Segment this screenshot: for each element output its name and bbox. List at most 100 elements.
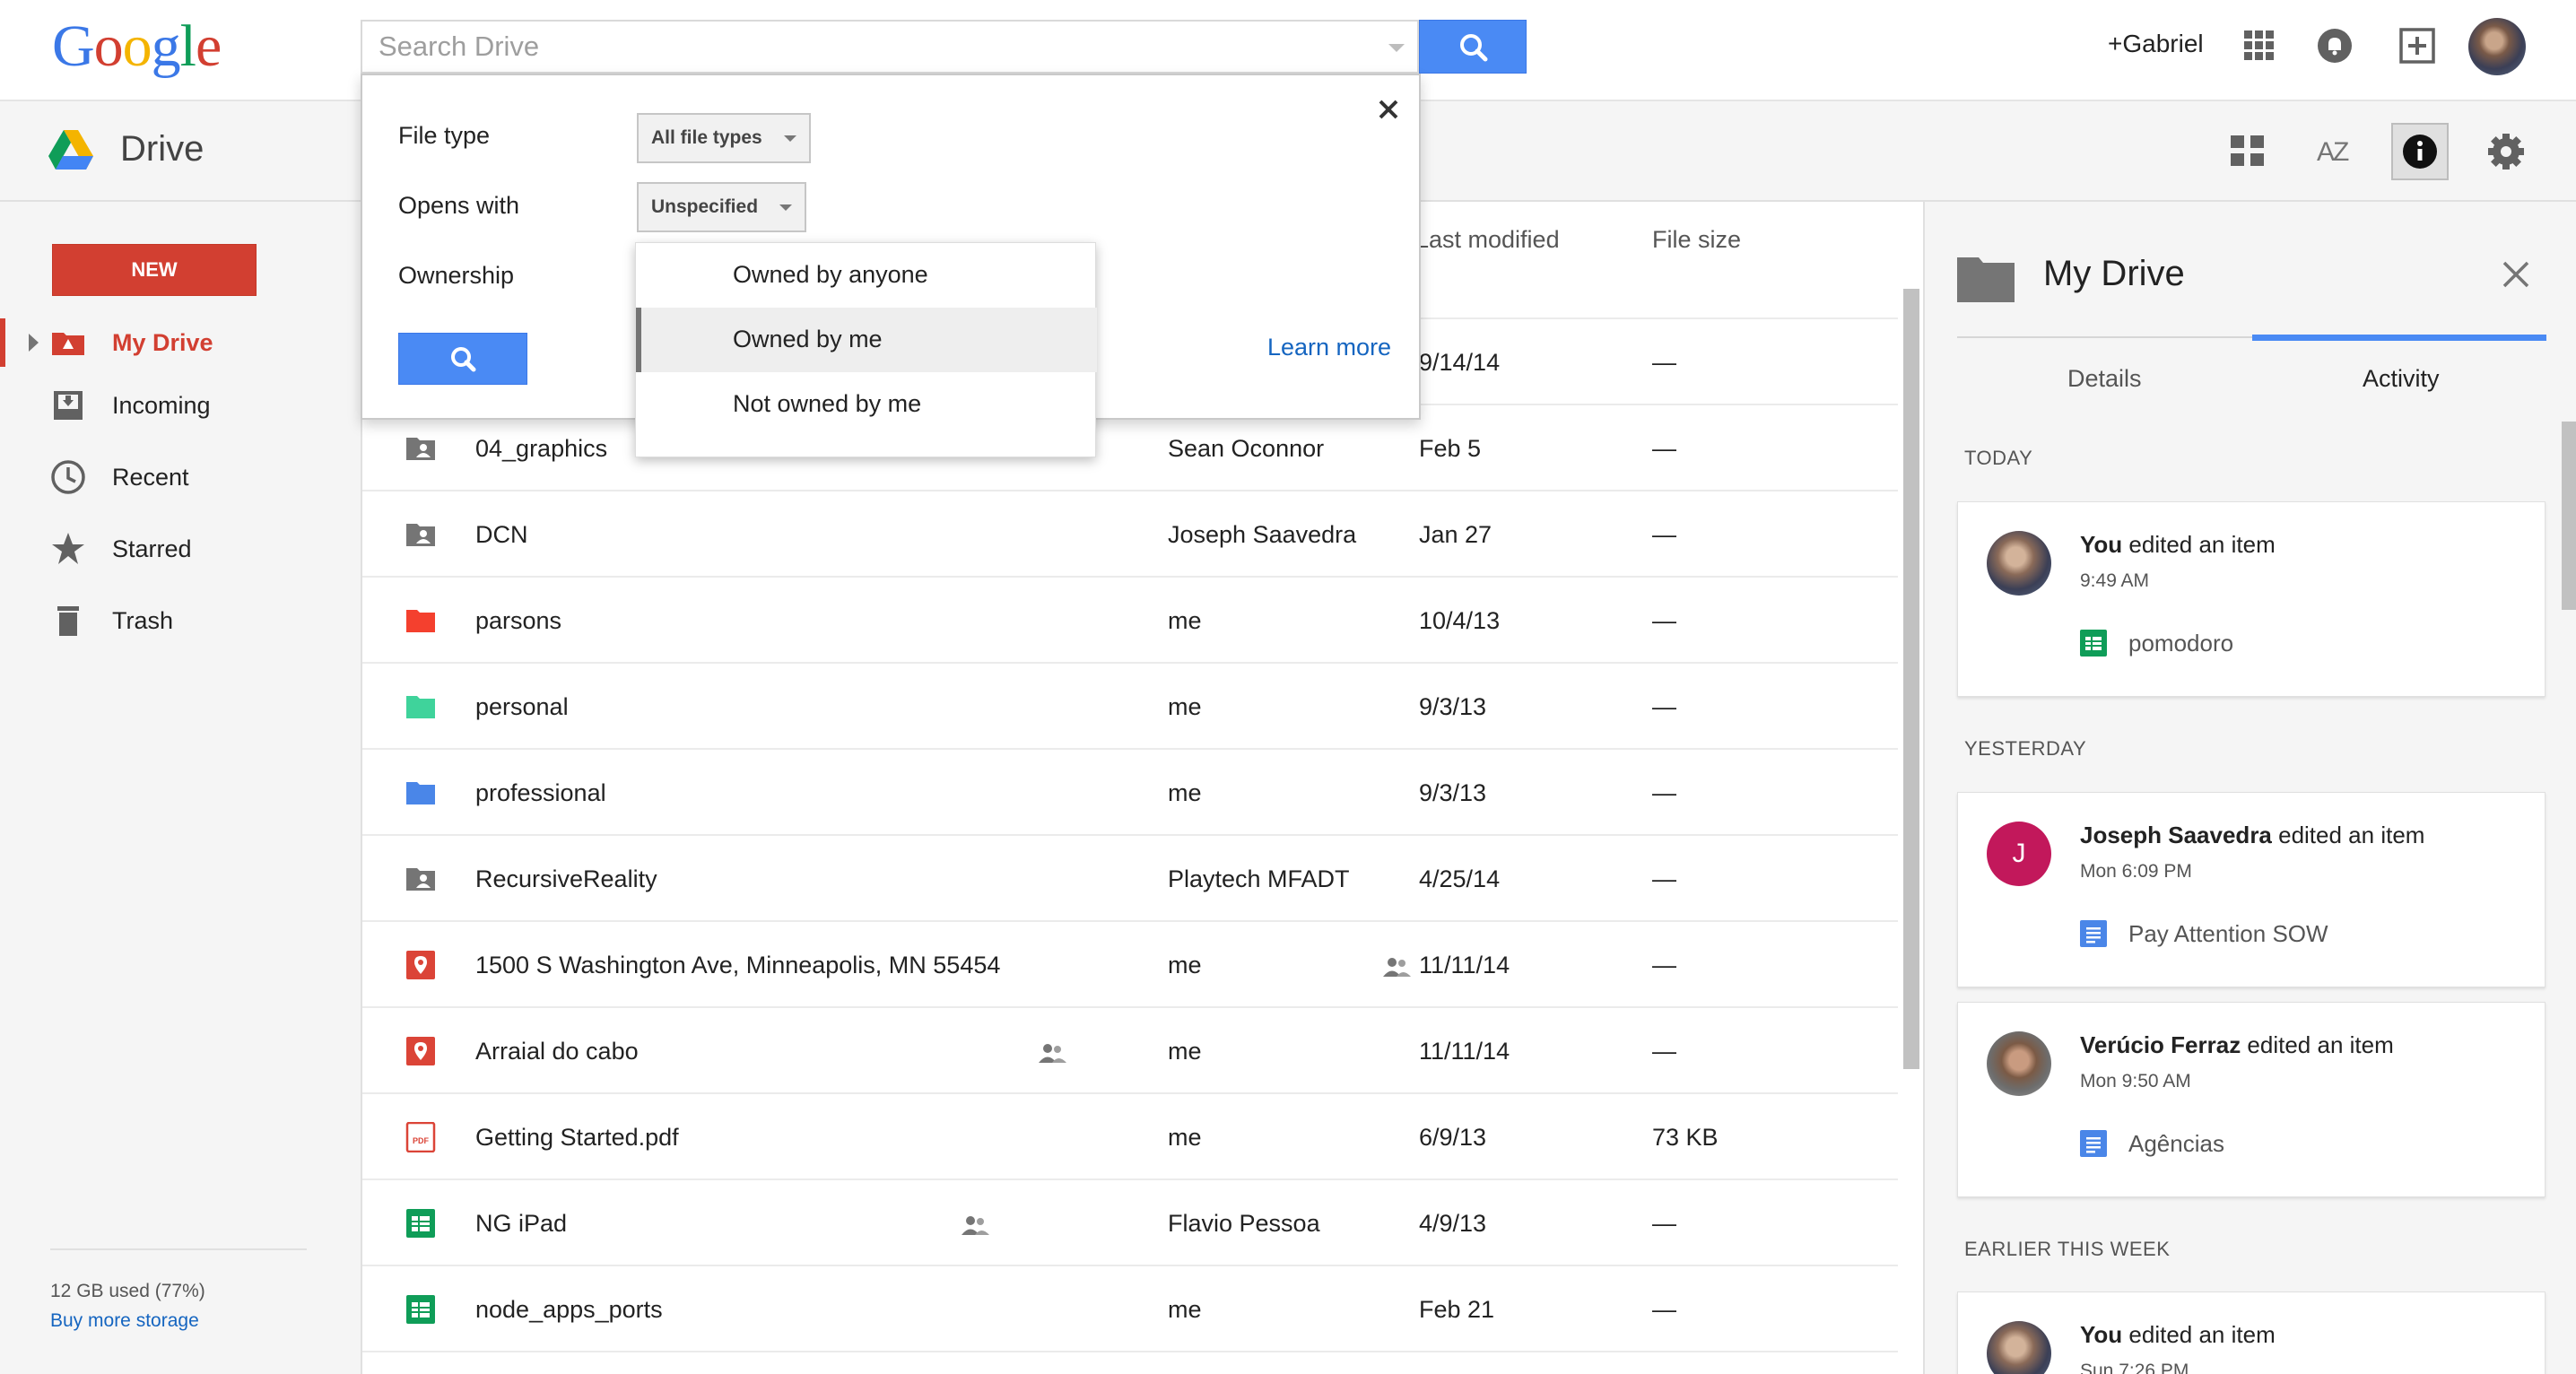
activity-time: 9:49 AM [2080, 570, 2150, 591]
sidebar-item-incoming[interactable]: Incoming [0, 374, 361, 437]
table-row[interactable]: NYC search for apartmentsme11/11/14— [362, 1351, 1898, 1374]
user-name-link[interactable]: +Gabriel [2108, 30, 2204, 58]
incoming-tray-icon [54, 391, 83, 420]
file-owner: Joseph Saavedra [1168, 521, 1357, 548]
selected-indicator [636, 308, 641, 372]
sidebar-item-starred[interactable]: Starred [0, 517, 361, 580]
menu-item-label: Owned by me [733, 326, 883, 352]
table-row[interactable]: Arraial do cabo me 11/11/14 — [362, 1006, 1898, 1092]
activity-card[interactable]: J Joseph Saavedra edited an item Mon 6:0… [1957, 792, 2546, 987]
opens-with-label: Opens with [398, 192, 520, 219]
sidebar-item-label: My Drive [112, 329, 213, 356]
details-panel-scrollbar-thumb[interactable] [2562, 422, 2576, 610]
file-type-label: File type [398, 122, 491, 149]
table-row[interactable]: NG iPad Flavio Pessoa 4/9/13 — [362, 1178, 1898, 1265]
column-header-last-modified[interactable]: Last modified [1415, 226, 1560, 254]
buy-storage-link[interactable]: Buy more storage [50, 1310, 199, 1332]
tab-details[interactable]: Details [2067, 365, 2142, 393]
file-size: — [1652, 1210, 1676, 1237]
star-icon [52, 533, 84, 564]
shared-folder-icon [406, 438, 435, 460]
pdf-icon: PDF [405, 1122, 436, 1152]
file-last-modified: 9/3/13 [1419, 693, 1487, 720]
user-avatar[interactable] [2468, 18, 2526, 75]
avatar-initial: J [1987, 822, 2051, 886]
activity-action: edited an item [2241, 1031, 2394, 1058]
opens-with-dropdown[interactable]: Unspecified [637, 182, 807, 232]
sidebar-item-trash[interactable]: Trash [0, 589, 361, 652]
sidebar-item-label: Recent [112, 464, 189, 491]
file-name: parsons [475, 607, 562, 634]
activity-card[interactable]: You edited an item 9:49 AM pomodoro [1957, 501, 2546, 697]
file-type-dropdown[interactable]: All file types [637, 113, 811, 163]
file-owner: me [1168, 693, 1202, 720]
settings-gear-icon[interactable] [2477, 123, 2535, 180]
sidebar-item-my-drive[interactable]: My Drive [0, 311, 361, 374]
activity-actor: You [2080, 531, 2123, 558]
file-size: — [1652, 607, 1676, 634]
file-size: — [1652, 349, 1676, 376]
activity-card[interactable]: You edited an item Sun 7:26 PM [1957, 1291, 2546, 1374]
sheets-icon [406, 1209, 435, 1238]
file-size: — [1652, 1038, 1676, 1065]
file-last-modified: 11/11/14 [1419, 952, 1510, 978]
search-button[interactable] [1419, 20, 1527, 74]
menu-item-owned-by-me[interactable]: Owned by me [636, 308, 1097, 372]
info-icon [2403, 135, 2437, 169]
notifications-bell-icon[interactable] [2314, 25, 2355, 66]
file-name: personal [475, 693, 569, 720]
table-row[interactable]: 1500 S Washington Ave, Minneapolis, MN 5… [362, 920, 1898, 1006]
search-input[interactable]: Search Drive [361, 20, 1419, 74]
sidebar-item-recent[interactable]: Recent [0, 446, 361, 509]
file-last-modified: 6/9/13 [1419, 1124, 1487, 1151]
file-owner: Flavio Pessoa [1168, 1210, 1320, 1237]
ownership-menu: Owned by anyone Owned by me Not owned by… [635, 242, 1097, 457]
file-last-modified: Feb 5 [1419, 435, 1482, 462]
map-icon [406, 951, 435, 979]
close-icon[interactable] [2499, 257, 2533, 291]
grid-view-icon[interactable] [2219, 123, 2276, 180]
file-list-scrollbar-thumb[interactable] [1903, 289, 1919, 1069]
table-row[interactable]: PDF Getting Started.pdf me 6/9/13 73 KB [362, 1092, 1898, 1178]
file-name: NG iPad [475, 1210, 568, 1237]
apps-grid-icon[interactable] [2239, 25, 2280, 66]
sort-az-button[interactable]: AZ [2305, 123, 2363, 180]
activity-file-name: Pay Attention SOW [2128, 920, 2328, 947]
new-button[interactable]: NEW [52, 244, 257, 296]
menu-item-not-owned-by-me[interactable]: Not owned by me [636, 372, 1097, 437]
google-logo[interactable]: Google [52, 13, 222, 81]
file-size: — [1652, 435, 1676, 462]
activity-action: edited an item [2122, 531, 2276, 558]
table-row[interactable]: node_apps_ports me Feb 21 — [362, 1265, 1898, 1351]
file-last-modified: Jan 27 [1419, 521, 1493, 548]
activity-card[interactable]: Verúcio Ferraz edited an item Mon 9:50 A… [1957, 1002, 2546, 1197]
file-name: Getting Started.pdf [475, 1124, 679, 1151]
learn-more-link[interactable]: Learn more [1267, 334, 1391, 361]
file-name: DCN [475, 521, 528, 548]
tab-activity[interactable]: Activity [2363, 365, 2440, 393]
section-label-earlier: EARLIER THIS WEEK [1964, 1238, 2171, 1260]
search-icon [1460, 34, 1488, 62]
close-icon[interactable] [1372, 93, 1405, 126]
share-add-icon[interactable] [2397, 25, 2438, 66]
details-toggle-button[interactable] [2391, 123, 2449, 180]
docs-icon [2080, 1130, 2107, 1157]
shared-people-icon [960, 1214, 990, 1236]
file-last-modified: 4/25/14 [1419, 865, 1501, 892]
options-search-button[interactable] [398, 333, 527, 385]
folder-icon [406, 782, 435, 804]
file-name: Arraial do cabo [475, 1038, 639, 1065]
column-header-file-size[interactable]: File size [1652, 226, 1741, 254]
expand-arrow-icon[interactable] [29, 334, 39, 352]
table-row[interactable]: DCN Joseph Saavedra Jan 27 — [362, 490, 1898, 576]
table-row[interactable]: professional me 9/3/13 — [362, 748, 1898, 834]
sidebar-item-label: Starred [112, 535, 192, 562]
file-name: 1500 S Washington Ave, Minneapolis, MN 5… [475, 952, 1001, 978]
file-owner: me [1168, 1296, 1202, 1323]
table-row[interactable]: RecursiveReality Playtech MFADT 4/25/14 — [362, 834, 1898, 920]
table-row[interactable]: personal me 9/3/13 — [362, 662, 1898, 748]
sheets-icon [406, 1295, 435, 1324]
menu-item-owned-by-anyone[interactable]: Owned by anyone [636, 243, 1097, 308]
table-row[interactable]: parsons me 10/4/13 — [362, 576, 1898, 662]
search-options-caret-icon[interactable] [1388, 44, 1405, 52]
